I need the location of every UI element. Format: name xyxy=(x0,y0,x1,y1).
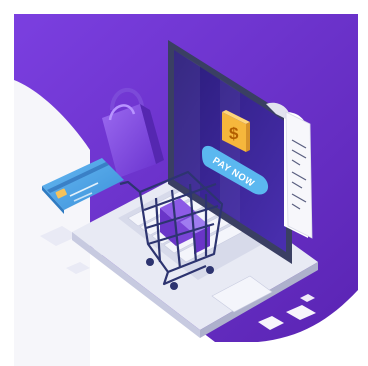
online-payment-illustration: $ PAY NOW xyxy=(14,14,358,366)
illustration-frame: $ PAY NOW xyxy=(0,0,368,366)
currency-symbol: $ xyxy=(229,124,239,143)
